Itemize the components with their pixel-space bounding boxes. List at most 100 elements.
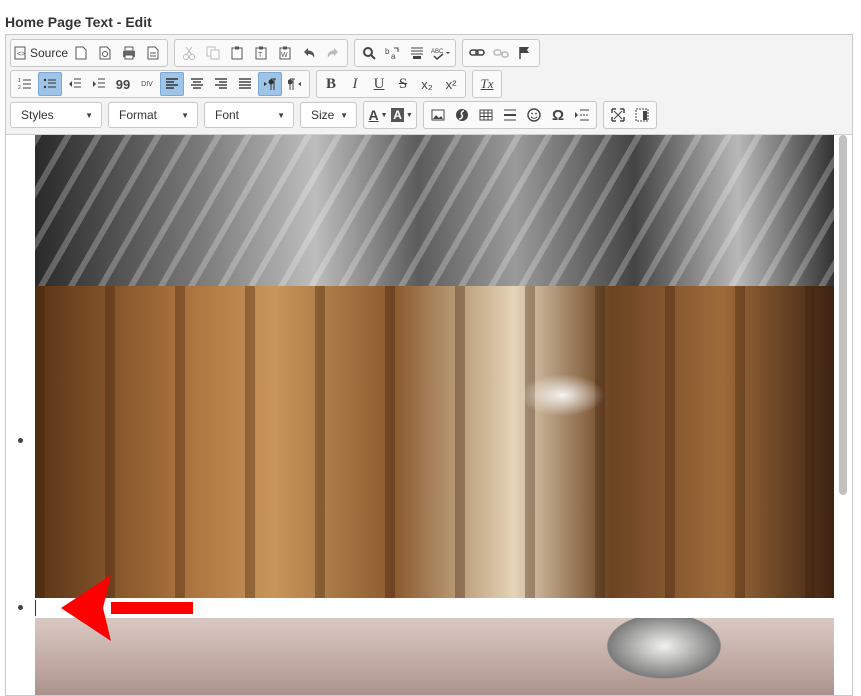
source-button[interactable]: <> Source — [14, 42, 68, 64]
special-char-button[interactable]: Ω — [547, 104, 569, 126]
rich-text-editor: <> Source T W b a ABC 1 2 99 DIV B I U S… — [5, 34, 853, 696]
strikethrough-button[interactable]: S — [392, 73, 414, 95]
align-right-button[interactable] — [210, 73, 232, 95]
scissors-icon — [183, 46, 196, 60]
div-icon: DIV — [141, 80, 153, 88]
anchor-button[interactable] — [514, 42, 536, 64]
copy-button[interactable] — [202, 42, 224, 64]
maximize-button[interactable] — [607, 104, 629, 126]
flag-icon — [519, 47, 530, 59]
undo-button[interactable] — [298, 42, 320, 64]
quote-icon: 99 — [115, 76, 131, 92]
text-cursor — [35, 600, 36, 616]
svg-text:1: 1 — [18, 78, 21, 84]
bold-button[interactable]: B — [320, 73, 342, 95]
clipboard-icon — [231, 46, 243, 60]
new-page-icon — [75, 46, 87, 60]
underline-button[interactable]: U — [368, 73, 390, 95]
svg-text:2: 2 — [18, 85, 21, 91]
cut-button[interactable] — [178, 42, 200, 64]
lighthouse-tower — [589, 618, 739, 695]
editor-content-area[interactable] — [6, 134, 852, 695]
remove-format-group: Tx — [472, 70, 502, 98]
font-dropdown[interactable]: Font ▼ — [204, 102, 294, 128]
flash-icon — [456, 109, 468, 121]
rtl-button[interactable] — [284, 73, 306, 95]
paste-text-button[interactable]: T — [250, 42, 272, 64]
italic-button[interactable]: I — [344, 73, 366, 95]
outdent-icon — [69, 78, 81, 88]
bulleted-list-icon — [43, 78, 56, 89]
redo-icon — [327, 48, 339, 58]
table-button[interactable] — [475, 104, 497, 126]
architecture-photo — [35, 135, 834, 286]
redo-button[interactable] — [322, 42, 344, 64]
replace-button[interactable]: ba — [382, 42, 404, 64]
flash-button[interactable] — [451, 104, 473, 126]
preview-button[interactable] — [94, 42, 116, 64]
align-center-button[interactable] — [186, 73, 208, 95]
indent-icon — [93, 78, 105, 88]
print-button[interactable] — [118, 42, 140, 64]
unlink-button[interactable] — [490, 42, 512, 64]
table-icon — [479, 109, 493, 121]
editor-toolbar: <> Source T W b a ABC 1 2 99 DIV B I U S… — [6, 35, 852, 133]
styles-dropdown-label: Styles — [21, 108, 54, 122]
new-page-button[interactable] — [70, 42, 92, 64]
unlink-icon — [493, 49, 509, 58]
paste-button[interactable] — [226, 42, 248, 64]
styles-dropdown[interactable]: Styles ▼ — [10, 102, 102, 128]
background-color-button[interactable]: A ▼ — [391, 104, 413, 126]
chevron-down-icon: ▼ — [277, 110, 285, 120]
svg-text:T: T — [258, 52, 263, 59]
align-left-icon — [166, 78, 178, 89]
list-bullet — [18, 438, 23, 443]
chevron-down-icon: ▼ — [340, 110, 348, 120]
print-icon — [123, 46, 136, 60]
svg-text:b: b — [385, 47, 390, 56]
svg-text:W: W — [281, 52, 288, 59]
bulleted-list-button[interactable] — [38, 72, 62, 96]
text-color-button[interactable]: A ▼ — [367, 104, 389, 126]
image-button[interactable] — [427, 104, 449, 126]
toolbar-row-1: <> Source T W b a ABC — [10, 39, 546, 67]
svg-text:<>: <> — [17, 51, 25, 58]
show-blocks-icon — [635, 108, 649, 122]
rtl-icon — [288, 78, 301, 90]
paste-word-button[interactable]: W — [274, 42, 296, 64]
tools-group — [603, 101, 657, 129]
indent-button[interactable] — [88, 73, 110, 95]
show-blocks-button[interactable] — [631, 104, 653, 126]
chevron-down-icon: ▼ — [181, 110, 189, 120]
justify-button[interactable] — [234, 73, 256, 95]
remove-format-button[interactable]: Tx — [476, 73, 498, 95]
horizontal-line-button[interactable] — [499, 104, 521, 126]
size-dropdown-label: Size — [311, 108, 335, 122]
smiley-button[interactable] — [523, 104, 545, 126]
blockquote-button[interactable]: 99 — [112, 73, 134, 95]
outdent-button[interactable] — [64, 73, 86, 95]
size-dropdown[interactable]: Size ▼ — [300, 102, 357, 128]
ltr-button[interactable] — [258, 72, 282, 96]
align-left-button[interactable] — [160, 72, 184, 96]
spellcheck-button[interactable]: ABC — [430, 42, 452, 64]
paste-word-icon: W — [279, 46, 291, 60]
page-break-button[interactable] — [571, 104, 593, 126]
format-dropdown[interactable]: Format ▼ — [108, 102, 198, 128]
superscript-button[interactable]: x² — [440, 73, 462, 95]
replace-icon: ba — [385, 47, 399, 60]
select-all-button[interactable] — [406, 42, 428, 64]
ltr-icon — [264, 78, 276, 90]
templates-icon — [147, 46, 159, 60]
link-button[interactable] — [466, 42, 488, 64]
create-div-button[interactable]: DIV — [136, 73, 158, 95]
templates-button[interactable] — [142, 42, 164, 64]
find-button[interactable] — [358, 42, 380, 64]
vertical-scrollbar[interactable] — [839, 135, 847, 495]
barrel-warehouse-photo — [35, 286, 834, 598]
numbered-list-button[interactable]: 12 — [14, 73, 36, 95]
page-title: Home Page Text - Edit — [5, 14, 152, 30]
list-bullet — [18, 605, 23, 610]
subscript-button[interactable]: x₂ — [416, 73, 438, 95]
image-icon — [431, 109, 445, 121]
